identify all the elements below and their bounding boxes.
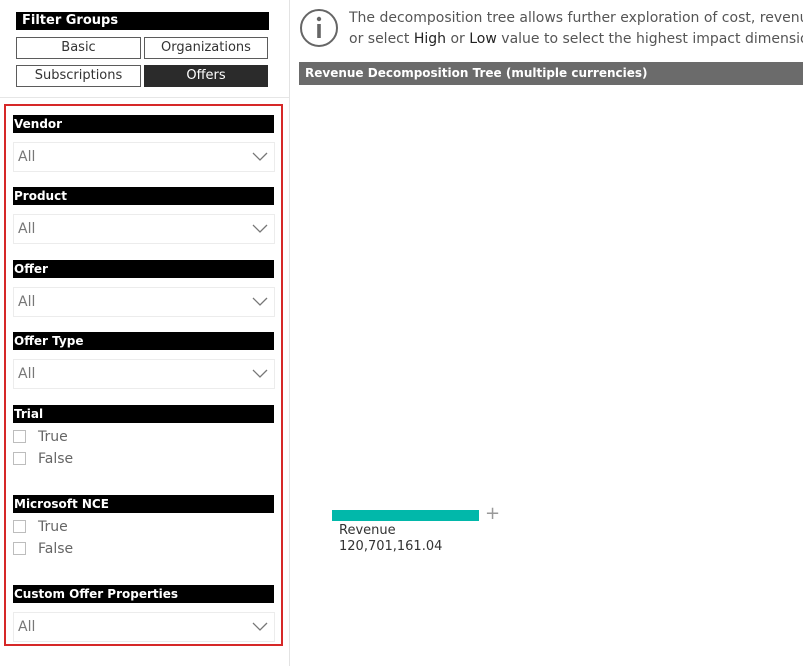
divider bbox=[0, 97, 289, 98]
custom-offer-properties-dropdown-value: All bbox=[18, 619, 36, 635]
info-icon bbox=[300, 9, 338, 47]
info-line-2-mid: or bbox=[446, 31, 470, 47]
chevron-down-icon bbox=[252, 224, 268, 233]
offer-type-dropdown[interactable]: All bbox=[13, 359, 275, 389]
chevron-down-icon bbox=[252, 152, 268, 161]
offer-filter-header: Offer bbox=[13, 260, 274, 278]
nce-false-checkbox[interactable] bbox=[13, 542, 26, 555]
revenue-root-value: 120,701,161.04 bbox=[339, 539, 443, 554]
trial-false-checkbox[interactable] bbox=[13, 452, 26, 465]
chevron-down-icon bbox=[252, 369, 268, 378]
offer-dropdown[interactable]: All bbox=[13, 287, 275, 317]
info-line-2-post: value to select the highest impact dimen… bbox=[501, 31, 803, 47]
trial-true-label: True bbox=[38, 429, 68, 445]
expand-plus-icon[interactable]: + bbox=[485, 505, 501, 523]
offer-type-filter-header: Offer Type bbox=[13, 332, 274, 350]
microsoft-nce-filter-header: Microsoft NCE bbox=[13, 495, 274, 513]
filter-groups-header: Filter Groups bbox=[16, 12, 269, 30]
custom-offer-properties-dropdown[interactable]: All bbox=[13, 612, 275, 642]
trial-false-label: False bbox=[38, 451, 74, 467]
info-line-2-pre: or select bbox=[349, 31, 414, 47]
chevron-down-icon bbox=[252, 297, 268, 306]
revenue-root-label: Revenue bbox=[339, 523, 396, 538]
nce-true-checkbox[interactable] bbox=[13, 520, 26, 533]
decomposition-tree-title: Revenue Decomposition Tree (multiple cur… bbox=[299, 62, 803, 85]
vendor-dropdown[interactable]: All bbox=[13, 142, 275, 172]
filter-group-organizations-button[interactable]: Organizations bbox=[144, 37, 268, 59]
filter-group-basic-button[interactable]: Basic bbox=[16, 37, 141, 59]
decomposition-tree-canvas bbox=[299, 85, 803, 666]
info-line-1: The decomposition tree allows further ex… bbox=[349, 10, 803, 26]
product-filter-header: Product bbox=[13, 187, 274, 205]
chevron-down-icon bbox=[252, 622, 268, 631]
offer-dropdown-value: All bbox=[18, 294, 36, 310]
custom-offer-properties-filter-header: Custom Offer Properties bbox=[13, 585, 274, 603]
vendor-filter-header: Vendor bbox=[13, 115, 274, 133]
offer-type-dropdown-value: All bbox=[18, 366, 36, 382]
nce-true-label: True bbox=[38, 519, 68, 535]
nce-false-label: False bbox=[38, 541, 74, 557]
revenue-root-bar[interactable] bbox=[332, 510, 479, 521]
info-description: The decomposition tree allows further ex… bbox=[349, 8, 803, 50]
product-dropdown-value: All bbox=[18, 221, 36, 237]
trial-true-checkbox[interactable] bbox=[13, 430, 26, 443]
info-line-2: or select High or Low value to select th… bbox=[349, 29, 803, 50]
info-low-keyword: Low bbox=[469, 31, 497, 47]
product-dropdown[interactable]: All bbox=[13, 214, 275, 244]
info-high-keyword: High bbox=[413, 31, 447, 47]
filter-group-subscriptions-button[interactable]: Subscriptions bbox=[16, 65, 141, 87]
vendor-dropdown-value: All bbox=[18, 149, 36, 165]
filter-group-offers-button[interactable]: Offers bbox=[144, 65, 268, 87]
trial-filter-header: Trial bbox=[13, 405, 274, 423]
